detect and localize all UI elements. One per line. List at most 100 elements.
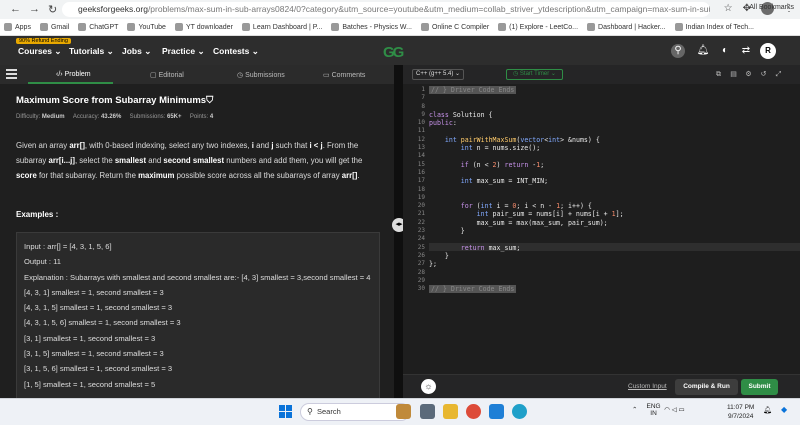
app-widget-icon[interactable] [396, 404, 411, 419]
back-arrow-icon[interactable]: ← [10, 3, 21, 16]
sun-icon[interactable]: ☼ [421, 379, 436, 394]
bookmark-item[interactable]: ChatGPT [78, 23, 118, 31]
bookmark-label: Dashboard | Hacker... [598, 23, 666, 31]
settings-icon[interactable]: ⚙ [744, 70, 753, 79]
bookmark-favicon-icon [420, 23, 429, 31]
language-select[interactable]: C++ (g++ 5.4) ⌄ [412, 69, 465, 80]
menu-practice[interactable]: Practice ⌄ [162, 46, 205, 57]
windows-taskbar: ⚲ Search ⌃ ENG IN ◠ ◁ ▭ 11:07 PM 9/7/2024 🔔… [0, 398, 800, 425]
bookmark-item[interactable]: Batches - Physics W... [331, 23, 412, 31]
bookmark-item[interactable]: (1) Explore - LeetCo... [498, 23, 578, 31]
start-timer-button[interactable]: ◷ Start Timer ⌄ [506, 69, 563, 80]
edge-icon[interactable] [512, 404, 527, 419]
search-icon: ⚲ [307, 407, 313, 416]
submit-button[interactable]: Submit [741, 379, 778, 395]
address-bar[interactable]: geeksforgeeks.org/problems/max-sum-in-su… [62, 2, 710, 17]
tab-comments[interactable]: ▭ Comments [323, 71, 365, 79]
line-number: 11 [417, 127, 425, 135]
folded-driver-code[interactable]: // } Driver Code Ends [429, 86, 517, 94]
menu-tutorials[interactable]: Tutorials ⌄ [69, 46, 114, 57]
browser-toolbar: ← → ↻ geeksforgeeks.org/problems/max-sum… [0, 0, 800, 19]
wifi-icon[interactable]: ◠ [664, 407, 670, 414]
folded-driver-code[interactable]: // } Driver Code Ends [429, 285, 517, 294]
line-number: 22 [417, 218, 425, 226]
copilot-icon[interactable]: ◆ [781, 405, 787, 414]
line-number: 26 [417, 251, 425, 259]
menu-icon[interactable] [6, 69, 17, 79]
system-tray[interactable]: ⌃ ENG IN ◠ ◁ ▭ [632, 403, 685, 417]
problem-tabs: ‹/› Problem ▢ Editorial ◷ Submissions ▭ … [0, 65, 394, 84]
custom-input-link[interactable]: Custom Input [628, 383, 667, 390]
menu-jobs[interactable]: Jobs ⌄ [122, 46, 151, 57]
line-number: 27 [417, 260, 425, 268]
bookmark-item[interactable]: YouTube [127, 23, 166, 31]
bookmark-item[interactable]: Apps [4, 23, 31, 31]
editor-toolbar: C++ (g++ 5.4) ⌄ ◷ Start Timer ⌄ ⧉ ▤ ⚙ ↺ … [403, 65, 800, 84]
star-icon[interactable]: ☆ [724, 3, 733, 14]
bookmark-label: Indian Index of Tech... [685, 23, 754, 31]
problem-description: Given an array arr[], with 0-based index… [16, 141, 363, 180]
example-line: [4, 3, 1, 5, 6] smallest = 1, second sma… [24, 318, 181, 328]
bookmark-item[interactable]: Learn Dashboard | P... [241, 23, 322, 31]
notification-bell-icon[interactable]: 🔔︎ [763, 406, 772, 414]
windows-start-icon[interactable] [279, 405, 292, 418]
translate-icon[interactable]: ⇄ [739, 44, 753, 58]
line-number: 16 [417, 168, 425, 176]
line-number: 19 [417, 193, 425, 201]
tab-problem[interactable]: ‹/› Problem [56, 71, 91, 78]
bookmark-item[interactable]: Gmail [39, 23, 69, 31]
theme-toggle-icon[interactable]: ◐ [718, 44, 732, 58]
menu-contests[interactable]: Contests ⌄ [213, 46, 259, 57]
problem-meta: Difficulty: Medium Accuracy: 43.26% Subm… [16, 114, 214, 120]
battery-icon[interactable]: ▭ [679, 407, 685, 414]
reset-icon[interactable]: ↺ [759, 70, 768, 79]
line-number: 21 [417, 210, 425, 218]
bell-icon[interactable]: 🔔︎ [696, 44, 710, 58]
example-line: [3, 1, 5, 6] smallest = 1, second smalle… [24, 364, 173, 374]
code-area[interactable]: // } Driver Code Ends class Solution {pu… [429, 86, 624, 294]
site-header: 90% Refund Ending Courses ⌄ Tutorials ⌄ … [0, 36, 800, 65]
chevron-up-icon[interactable]: ⌃ [632, 407, 637, 414]
tab-submissions[interactable]: ◷ Submissions [237, 71, 285, 79]
line-number: 29 [417, 276, 425, 284]
example-output: Output : 11 [24, 257, 62, 267]
bookmark-item[interactable]: Online C Compiler [420, 23, 489, 31]
bookmark-label: Batches - Physics W... [342, 23, 412, 31]
bookmark-favicon-icon [78, 23, 87, 31]
tab-editorial[interactable]: ▢ Editorial [150, 71, 184, 79]
example-input: Input : arr[] = [4, 3, 1, 5, 6] [24, 242, 112, 251]
bookmark-favicon-icon [4, 23, 12, 31]
line-number: 23 [417, 227, 425, 235]
copy-icon[interactable]: ⧉ [714, 70, 723, 79]
search-icon[interactable]: ⚲ [671, 44, 685, 58]
task-view-icon[interactable] [420, 404, 435, 419]
refund-badge[interactable]: 90% Refund Ending [16, 38, 71, 44]
bookmark-favicon-icon [587, 23, 596, 31]
language-indicator[interactable]: ENG IN [646, 403, 660, 417]
forward-arrow-icon[interactable]: → [29, 3, 40, 16]
bookmark-item[interactable]: Indian Index of Tech... [674, 23, 754, 31]
clipboard-icon[interactable]: ▤ [729, 70, 738, 79]
taskbar-search[interactable]: ⚲ Search [300, 403, 410, 421]
bookmark-item[interactable]: YT downloader [174, 23, 233, 31]
compile-run-button[interactable]: Compile & Run [675, 379, 738, 395]
line-number: 17 [417, 177, 425, 185]
clock[interactable]: 11:07 PM 9/7/2024 [727, 403, 754, 421]
all-bookmarks[interactable]: All Bookmarks [749, 4, 794, 11]
volume-icon[interactable]: ◁ [672, 407, 677, 414]
bookmark-label: YouTube [138, 23, 166, 31]
gfg-logo[interactable]: GG [383, 44, 404, 61]
bookmark-favicon-icon [331, 23, 340, 31]
bookmark-favicon-icon [174, 23, 183, 31]
reload-icon[interactable]: ↻ [48, 3, 57, 16]
vscode-icon[interactable] [489, 404, 504, 419]
bookmark-item[interactable]: Dashboard | Hacker... [587, 23, 666, 31]
menu-courses[interactable]: Courses ⌄ [18, 46, 62, 57]
fullscreen-icon[interactable]: ⤢ [774, 70, 783, 79]
file-explorer-icon[interactable] [443, 404, 458, 419]
bookmark-favicon-icon [241, 23, 250, 31]
user-avatar[interactable]: R [760, 43, 776, 59]
chrome-icon[interactable] [466, 404, 481, 419]
bookmark-icon[interactable]: ⛉ [206, 95, 213, 106]
editor-footer: ☼ Custom Input Compile & Run Submit [403, 374, 800, 398]
